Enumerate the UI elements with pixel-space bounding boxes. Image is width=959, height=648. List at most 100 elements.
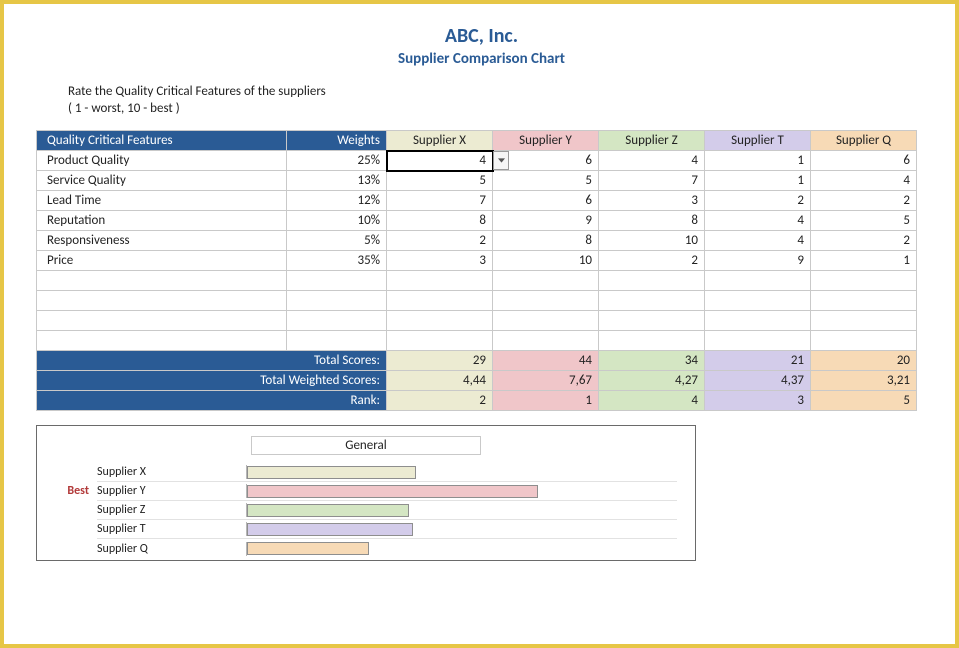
cell[interactable]: 7 bbox=[387, 191, 493, 211]
header-supplier-q[interactable]: Supplier Q bbox=[811, 131, 917, 151]
comparison-table: Quality Critical Features Weights Suppli… bbox=[36, 130, 917, 411]
total-cell: 7,67 bbox=[493, 371, 599, 391]
cell[interactable]: 1 bbox=[811, 251, 917, 271]
cell[interactable]: 10 bbox=[493, 251, 599, 271]
chart-bar bbox=[247, 504, 409, 517]
chart-bar-wrap bbox=[247, 542, 677, 555]
chart-row: Supplier Z bbox=[97, 501, 677, 520]
cell[interactable]: 4 bbox=[705, 231, 811, 251]
header-supplier-y[interactable]: Supplier Y bbox=[493, 131, 599, 151]
chart-row: Supplier Q bbox=[97, 539, 677, 558]
cell[interactable]: 4 bbox=[811, 171, 917, 191]
chart-category-label: Supplier X bbox=[97, 465, 247, 479]
cell[interactable]: 5 bbox=[387, 171, 493, 191]
cell[interactable]: 3 bbox=[599, 191, 705, 211]
rank-cell: 5 bbox=[811, 391, 917, 411]
chart-bar bbox=[247, 485, 538, 498]
cell[interactable]: 2 bbox=[705, 191, 811, 211]
chart-container[interactable]: General Supplier X Best Supplier Y Supplier… bbox=[36, 425, 696, 561]
rank-label: Rank: bbox=[37, 391, 387, 411]
company-title: ABC, Inc. bbox=[36, 24, 927, 48]
cell[interactable]: 5 bbox=[811, 211, 917, 231]
table-row: Responsiveness 5% 2 8 10 4 2 bbox=[37, 231, 917, 251]
feature-label: Lead Time bbox=[37, 191, 287, 211]
cell[interactable]: 1 bbox=[705, 151, 811, 171]
cell[interactable]: 9 bbox=[493, 211, 599, 231]
header-features: Quality Critical Features bbox=[37, 131, 287, 151]
feature-label: Responsiveness bbox=[37, 231, 287, 251]
chart-title: General bbox=[251, 436, 481, 455]
total-weighted-label: Total Weighted Scores: bbox=[37, 371, 387, 391]
cell[interactable]: 7 bbox=[599, 171, 705, 191]
cell[interactable]: 3 bbox=[387, 251, 493, 271]
weight-cell[interactable]: 10% bbox=[287, 211, 387, 231]
empty-row bbox=[37, 291, 917, 311]
cell[interactable]: 4 bbox=[599, 151, 705, 171]
total-cell: 29 bbox=[387, 351, 493, 371]
cell[interactable]: 5 bbox=[493, 171, 599, 191]
cell-active[interactable]: 4 bbox=[387, 151, 493, 171]
cell[interactable]: 9 bbox=[705, 251, 811, 271]
instruction-line-2: ( 1 - worst, 10 - best ) bbox=[68, 101, 927, 116]
empty-row bbox=[37, 311, 917, 331]
total-cell: 34 bbox=[599, 351, 705, 371]
cell[interactable]: 8 bbox=[493, 231, 599, 251]
header-weights: Weights bbox=[287, 131, 387, 151]
chart-bar bbox=[247, 523, 413, 536]
chart-category-label: Supplier Y bbox=[97, 484, 247, 498]
weight-cell[interactable]: 25% bbox=[287, 151, 387, 171]
dropdown-handle[interactable] bbox=[493, 151, 509, 170]
cell[interactable]: 1 bbox=[705, 171, 811, 191]
total-cell: 4,37 bbox=[705, 371, 811, 391]
weight-cell[interactable]: 13% bbox=[287, 171, 387, 191]
cell[interactable]: 2 bbox=[811, 231, 917, 251]
chart-row: Supplier X bbox=[97, 463, 677, 482]
cell-value: 4 bbox=[479, 153, 486, 168]
chart-category-label: Supplier T bbox=[97, 522, 247, 536]
chart-bar-wrap bbox=[247, 504, 677, 517]
weight-cell[interactable]: 12% bbox=[287, 191, 387, 211]
cell[interactable]: 2 bbox=[811, 191, 917, 211]
rank-cell: 1 bbox=[493, 391, 599, 411]
header-supplier-t[interactable]: Supplier T bbox=[705, 131, 811, 151]
rank-cell: 2 bbox=[387, 391, 493, 411]
empty-row bbox=[37, 331, 917, 351]
total-cell: 3,21 bbox=[811, 371, 917, 391]
total-cell: 4,27 bbox=[599, 371, 705, 391]
chart-bar bbox=[247, 466, 416, 479]
chart-row: Supplier T bbox=[97, 520, 677, 539]
total-cell: 44 bbox=[493, 351, 599, 371]
feature-label: Reputation bbox=[37, 211, 287, 231]
header-supplier-z[interactable]: Supplier Z bbox=[599, 131, 705, 151]
cell[interactable]: 4 bbox=[705, 211, 811, 231]
best-label: Best bbox=[41, 484, 89, 498]
weight-cell[interactable]: 5% bbox=[287, 231, 387, 251]
total-cell: 4,44 bbox=[387, 371, 493, 391]
table-row: Price 35% 3 10 2 9 1 bbox=[37, 251, 917, 271]
rank-cell: 4 bbox=[599, 391, 705, 411]
cell[interactable]: 8 bbox=[387, 211, 493, 231]
cell[interactable]: 8 bbox=[599, 211, 705, 231]
cell[interactable]: 2 bbox=[387, 231, 493, 251]
chart-bar-wrap bbox=[247, 466, 677, 479]
table-row: Reputation 10% 8 9 8 4 5 bbox=[37, 211, 917, 231]
total-cell: 21 bbox=[705, 351, 811, 371]
cell[interactable]: 2 bbox=[599, 251, 705, 271]
table-row: Service Quality 13% 5 5 7 1 4 bbox=[37, 171, 917, 191]
weight-cell[interactable]: 35% bbox=[287, 251, 387, 271]
total-cell: 20 bbox=[811, 351, 917, 371]
feature-label: Service Quality bbox=[37, 171, 287, 191]
feature-label: Price bbox=[37, 251, 287, 271]
chart-category-label: Supplier Q bbox=[97, 542, 247, 556]
cell[interactable]: 10 bbox=[599, 231, 705, 251]
total-scores-label: Total Scores: bbox=[37, 351, 387, 371]
rank-cell: 3 bbox=[705, 391, 811, 411]
cell[interactable]: 6 bbox=[493, 191, 599, 211]
empty-row bbox=[37, 271, 917, 291]
chart-bar-wrap bbox=[247, 523, 677, 536]
table-row: Lead Time 12% 7 6 3 2 2 bbox=[37, 191, 917, 211]
chart-bar bbox=[247, 542, 369, 555]
rank-row: Rank: 2 1 4 3 5 bbox=[37, 391, 917, 411]
header-supplier-x[interactable]: Supplier X bbox=[387, 131, 493, 151]
cell[interactable]: 6 bbox=[811, 151, 917, 171]
